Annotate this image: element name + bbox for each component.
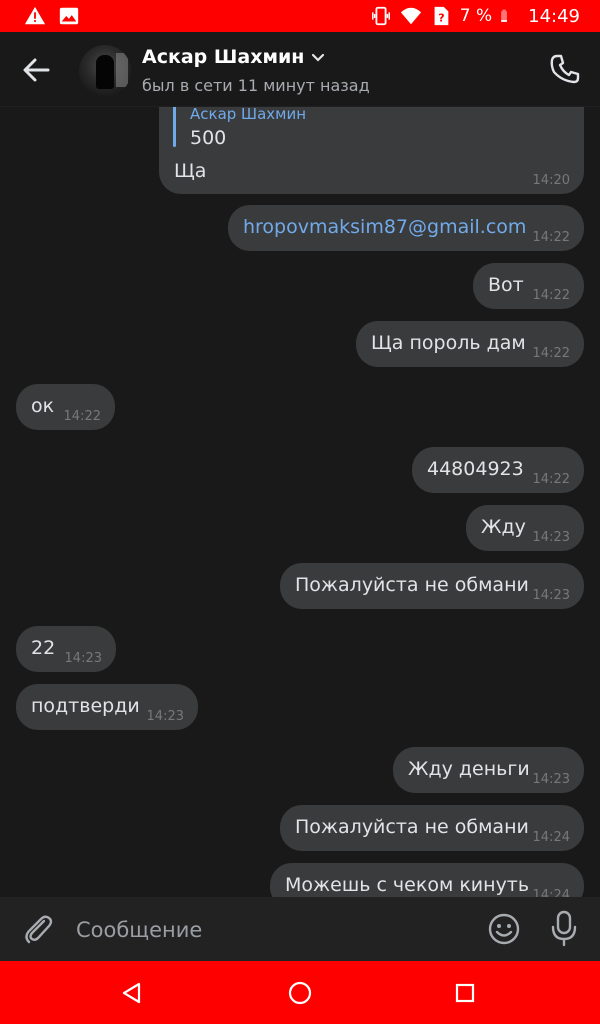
quote-bar (173, 107, 176, 147)
paperclip-icon[interactable] (20, 911, 56, 947)
message-link[interactable]: hropovmaksim87@gmail.com (243, 216, 526, 238)
message-time: 14:24 (532, 888, 570, 897)
message-time: 14:22 (532, 230, 570, 245)
wifi-icon (400, 7, 421, 25)
battery-percent: 7 % (459, 6, 493, 26)
message-text: подтверди (31, 695, 140, 717)
quote-author: Аскар Шахмин (190, 107, 307, 123)
message-bubble[interactable]: Жду деньги 14:23 (393, 747, 584, 793)
emoji-icon[interactable] (486, 911, 522, 947)
message-text: Жду деньги (408, 758, 530, 780)
message-time: 14:23 (146, 709, 184, 724)
status-bar: ? 7 % 14:49 (0, 0, 600, 32)
quote-text: 500 (190, 127, 227, 149)
back-arrow-icon[interactable] (18, 54, 58, 86)
message-text: Ща пороль дам (371, 332, 526, 354)
message-text: Можешь с чеком кинуть (285, 874, 530, 896)
message-time: 14:24 (532, 830, 570, 845)
message-text: 22 (31, 637, 56, 659)
message-time: 14:22 (532, 346, 570, 361)
message-time: 14:23 (64, 651, 102, 666)
message-text: Ща (174, 160, 207, 182)
message-bubble[interactable]: Можешь с чеком кинуть 14:24 (270, 863, 584, 897)
svg-text:?: ? (438, 12, 444, 25)
contact-title[interactable]: Аскар Шахмин (142, 46, 326, 68)
message-text: Вот (488, 274, 524, 296)
vibrate-icon (371, 6, 390, 26)
message-time: 14:20 (532, 173, 570, 188)
warning-icon (24, 6, 46, 25)
no-sim-icon: ? (434, 6, 449, 26)
nav-home-icon[interactable] (287, 980, 313, 1006)
message-time: 14:22 (63, 409, 101, 424)
message-text: Жду (481, 516, 526, 538)
image-icon (59, 7, 79, 25)
chat-header: Аскар Шахмин был в сети 11 минут назад (0, 32, 600, 107)
microphone-icon[interactable] (548, 909, 580, 947)
message-bubble[interactable]: ок 14:22 (16, 384, 115, 430)
clock: 14:49 (528, 5, 580, 27)
message-bubble[interactable]: hropovmaksim87@gmail.com 14:22 (228, 205, 584, 251)
message-time: 14:23 (532, 588, 570, 603)
message-input[interactable] (74, 909, 458, 951)
message-composer (0, 897, 600, 961)
message-list[interactable]: Аскар Шахмин 500 Ща 14:20 hropovmaksim87… (0, 107, 600, 897)
message-bubble[interactable]: Вот 14:22 (473, 263, 584, 309)
message-bubble[interactable]: 22 14:23 (16, 626, 116, 672)
message-text: 44804923 (427, 458, 524, 480)
message-text: Пожалуйста не обмани (295, 816, 529, 838)
message-time: 14:22 (532, 472, 570, 487)
last-seen-status: был в сети 11 минут назад (142, 76, 370, 95)
nav-recents-icon[interactable] (455, 983, 475, 1003)
message-bubble[interactable]: 44804923 14:22 (412, 447, 584, 493)
message-bubble[interactable]: Пожалуйста не обмани 14:24 (280, 805, 584, 851)
message-bubble[interactable]: Аскар Шахмин 500 Ща 14:20 (159, 107, 584, 194)
message-time: 14:23 (532, 530, 570, 545)
phone-icon[interactable] (548, 52, 582, 86)
avatar[interactable] (79, 45, 131, 97)
message-bubble[interactable]: Пожалуйста не обмани 14:23 (280, 563, 584, 609)
message-bubble[interactable]: Жду 14:23 (466, 505, 584, 551)
message-bubble[interactable]: подтверди 14:23 (16, 684, 198, 730)
battery-low-icon (501, 9, 508, 22)
message-bubble[interactable]: Ща пороль дам 14:22 (356, 321, 584, 367)
message-text: ок (31, 395, 55, 417)
system-nav-bar (0, 961, 600, 1024)
message-time: 14:22 (532, 288, 570, 303)
nav-back-icon[interactable] (120, 981, 144, 1005)
message-text: Пожалуйста не обмани (295, 574, 529, 596)
message-time: 14:23 (532, 772, 570, 787)
chevron-down-icon[interactable] (310, 49, 326, 65)
contact-name[interactable]: Аскар Шахмин (142, 46, 304, 68)
